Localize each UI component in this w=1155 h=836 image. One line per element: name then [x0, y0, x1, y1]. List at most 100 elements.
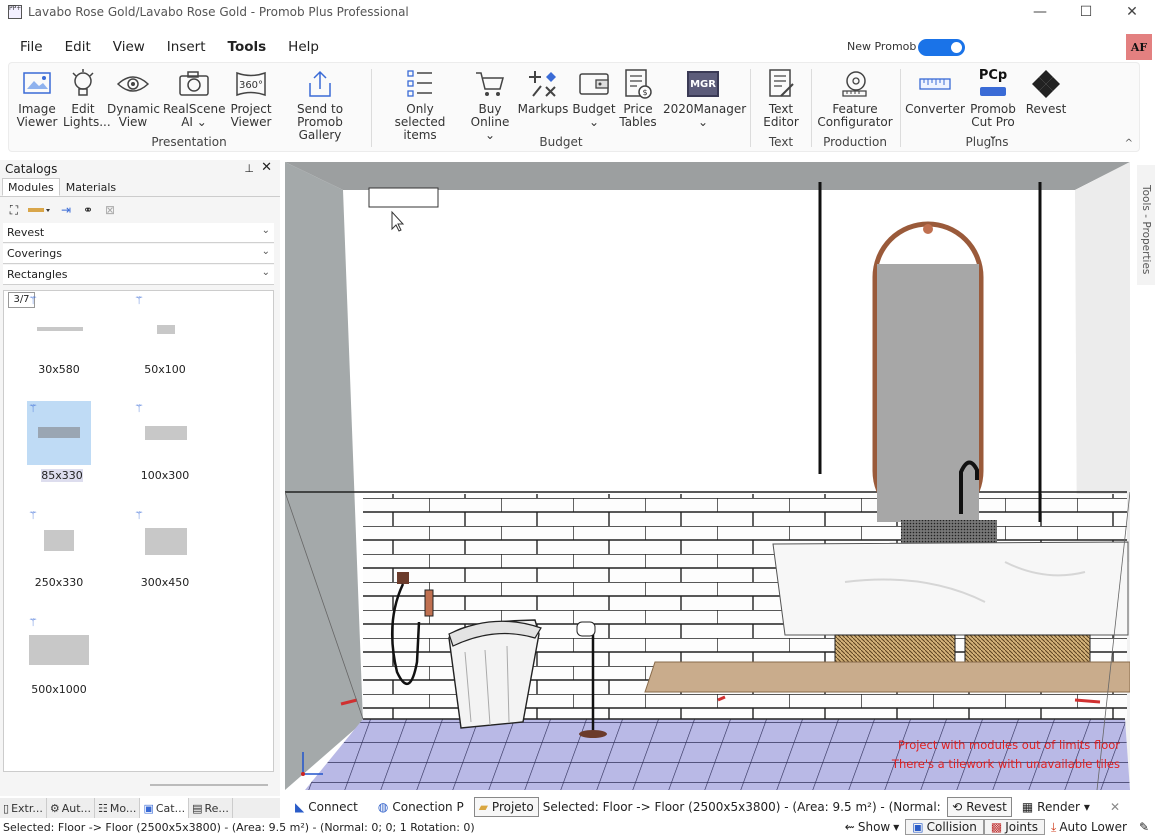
- feature-configurator-button[interactable]: Feature Configurator: [815, 67, 895, 129]
- bathroom-scene: [285, 162, 1130, 790]
- pin-icon[interactable]: ⊥: [244, 162, 254, 175]
- 2020manager-button[interactable]: MGR 2020Manager ⌄: [663, 67, 746, 129]
- send-to-gallery-button[interactable]: Send to Promob Gallery: [275, 67, 365, 142]
- text-editor-button[interactable]: Text Editor: [757, 67, 805, 129]
- render-tab-icon: ▤: [192, 801, 203, 815]
- tab-auto[interactable]: ⚙ Aut...: [47, 798, 96, 818]
- render-button[interactable]: ▦ Render ▾: [1012, 800, 1100, 814]
- menu-bar: File Edit View Insert Tools Help New Pro…: [0, 34, 1155, 60]
- promob-cut-pro-button[interactable]: PCp Promob Cut Pro ⌄: [965, 67, 1021, 142]
- module-thumbnail[interactable]: ⚚: [27, 508, 91, 572]
- magic-wand-icon: ⚚: [28, 616, 38, 629]
- projeto-tab[interactable]: ▰ Projeto: [473, 797, 539, 817]
- edit-lights-button[interactable]: Edit Lights...: [63, 67, 111, 129]
- catalogs-title: Catalogs: [5, 162, 58, 176]
- realscene-ai-button[interactable]: RealScene AI ⌄: [163, 67, 225, 129]
- converter-button[interactable]: Converter: [905, 67, 965, 116]
- status-bar: Selected: Floor -> Floor (2500x5x3800) -…: [0, 818, 1155, 836]
- collision-icon: ▣: [912, 820, 924, 834]
- catalogs-toolbar: ⛶ ⇥ ⚭ ⊠: [0, 197, 280, 223]
- collision-toggle[interactable]: ▣ Collision: [905, 819, 984, 835]
- eye-icon: [116, 76, 150, 92]
- dropdown-arrow-icon: ▾: [893, 820, 900, 834]
- budget-icon: [579, 73, 609, 95]
- dynamic-view-button[interactable]: Dynamic View: [107, 67, 160, 129]
- image-viewer-button[interactable]: Image Viewer: [13, 67, 61, 129]
- binoculars-icon[interactable]: ⚭: [80, 202, 96, 218]
- import-icon[interactable]: ⇥: [58, 202, 74, 218]
- auto-lower-toggle[interactable]: ⤓ Auto Lower: [1045, 820, 1133, 835]
- chevron-down-icon: ⌄: [261, 246, 270, 257]
- module-thumbnail[interactable]: ⚚: [133, 401, 197, 465]
- module-thumbnail[interactable]: ⚚: [27, 293, 91, 357]
- image-viewer-icon: [23, 72, 51, 94]
- close-panel-button[interactable]: ✕: [261, 160, 272, 175]
- catalog-select[interactable]: Revest ⌄: [3, 223, 274, 243]
- show-button[interactable]: ⇜ Show ▾: [839, 820, 905, 834]
- catalogs-tabs: Modules Materials: [0, 178, 280, 197]
- ruler-dropdown-icon[interactable]: [28, 202, 52, 218]
- menu-help[interactable]: Help: [277, 39, 330, 55]
- category-select[interactable]: Coverings ⌄: [3, 244, 274, 264]
- conection-button[interactable]: ◍ Conection P: [368, 800, 474, 814]
- group-plugins: Plugins: [965, 135, 1009, 149]
- user-avatar[interactable]: AF: [1126, 34, 1152, 60]
- cart-icon: [476, 72, 504, 96]
- menu-edit[interactable]: Edit: [54, 39, 102, 55]
- close-window-button[interactable]: ✕: [1109, 0, 1155, 24]
- subcategory-select[interactable]: Rectangles ⌄: [3, 265, 274, 285]
- rss-icon: ◣: [295, 800, 305, 814]
- revest-small-icon: ⟲: [952, 800, 963, 814]
- module-label: 100x300: [140, 469, 190, 482]
- connect-button[interactable]: ◣ Connect: [285, 800, 368, 814]
- globe-icon: ◍: [377, 800, 389, 814]
- revest-ribbon-button[interactable]: Revest: [1023, 67, 1069, 116]
- magic-wand-icon: ⚚: [28, 509, 38, 522]
- svg-text:360°: 360°: [239, 80, 263, 91]
- module-label: 30x580: [38, 363, 80, 376]
- menu-tools[interactable]: Tools: [217, 39, 278, 55]
- maximize-button[interactable]: ☐: [1063, 0, 1109, 24]
- module-thumbnail[interactable]: ⚚: [133, 508, 197, 572]
- buy-online-button[interactable]: Buy Online ⌄: [465, 67, 515, 142]
- tab-modules[interactable]: Modules: [2, 178, 60, 196]
- render-icon: ▦: [1021, 800, 1034, 814]
- panel-scrollbar[interactable]: [150, 784, 268, 786]
- menu-file[interactable]: File: [0, 39, 54, 55]
- price-tables-button[interactable]: $ Price Tables: [615, 67, 661, 129]
- tab-catalogs[interactable]: ▣ Cat...: [140, 798, 190, 818]
- markups-button[interactable]: Markups: [517, 67, 569, 116]
- tab-re[interactable]: ▤ Re...: [189, 798, 233, 818]
- new-promob-toggle[interactable]: [918, 39, 965, 56]
- menu-view[interactable]: View: [102, 39, 156, 55]
- magic-wand-icon: ⚚: [134, 294, 144, 307]
- app-logo: PP+: [8, 5, 22, 19]
- close-view-button[interactable]: ✕: [1100, 800, 1130, 814]
- ribbon-collapse-button[interactable]: ^: [1125, 138, 1133, 149]
- module-grid: 3/7 ⚚ 30x580 ⚚ 50x100 ⚚ 85x330 ⚚ 100x300…: [3, 290, 274, 772]
- tab-materials[interactable]: Materials: [60, 178, 122, 196]
- module-label: 50x100: [144, 363, 186, 376]
- joints-toggle[interactable]: ▩ Joints: [983, 819, 1045, 835]
- folder-icon: ▯: [3, 801, 10, 815]
- stairs-icon[interactable]: ⛶: [6, 202, 22, 218]
- magic-wand-icon: ⚚: [28, 294, 38, 307]
- catalogs-panel: Catalogs ⊥ ✕ Modules Materials ⛶ ⇥ ⚭ ⊠ R…: [0, 160, 280, 796]
- revest-button[interactable]: ⟲ Revest: [947, 797, 1012, 817]
- module-label: 500x1000: [31, 683, 87, 696]
- menu-insert[interactable]: Insert: [156, 39, 217, 55]
- tab-extra[interactable]: ▯ Extr...: [0, 798, 47, 818]
- minimize-button[interactable]: —: [1017, 0, 1063, 24]
- tab-mo[interactable]: ☷ Mo...: [95, 798, 141, 818]
- module-thumbnail[interactable]: ⚚: [27, 401, 91, 465]
- module-thumbnail[interactable]: ⚚: [133, 293, 197, 357]
- module-thumbnail[interactable]: ⚚: [27, 615, 91, 679]
- ribbon-separator: [811, 69, 812, 147]
- show-icon: ⇜: [844, 820, 855, 834]
- revest-icon: [1032, 70, 1060, 98]
- 3d-viewport[interactable]: Project with modules out of limits floor…: [285, 162, 1130, 790]
- wrench-icon[interactable]: ✎: [1133, 820, 1155, 834]
- budget-button[interactable]: Budget ⌄: [571, 67, 617, 129]
- only-selected-items-button[interactable]: Only selected items: [379, 67, 461, 142]
- project-viewer-button[interactable]: 360° Project Viewer: [227, 67, 275, 129]
